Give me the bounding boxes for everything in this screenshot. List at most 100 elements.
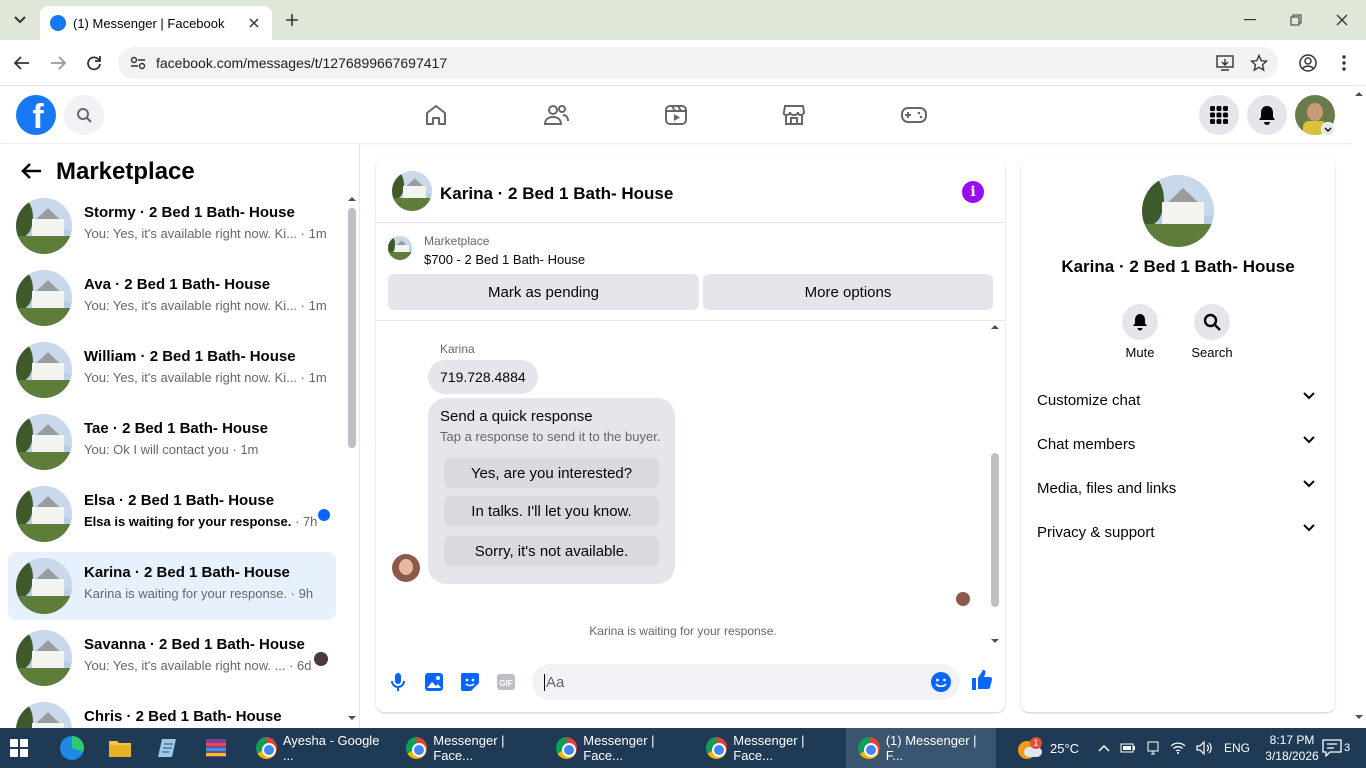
conversation-item[interactable]: Tae · 2 Bed 1 Bath- House You: Ok I will … bbox=[8, 408, 336, 476]
browser-menu-icon[interactable] bbox=[1328, 47, 1360, 79]
chat-scrollbar[interactable] bbox=[991, 453, 999, 607]
clock[interactable]: 8:17 PM 3/18/2026 bbox=[1262, 728, 1322, 768]
privacy-support-section[interactable]: Privacy & support bbox=[1037, 514, 1319, 550]
back-icon[interactable] bbox=[6, 47, 38, 79]
profile-icon[interactable] bbox=[1292, 47, 1324, 79]
gaming-icon[interactable] bbox=[894, 99, 934, 131]
details-listing-photo[interactable] bbox=[1142, 175, 1214, 247]
wifi-icon[interactable] bbox=[1170, 742, 1186, 754]
show-hidden-icons-icon[interactable] bbox=[1098, 744, 1110, 752]
language-indicator[interactable]: ENG bbox=[1224, 741, 1250, 755]
chat-listing-thumbnail[interactable] bbox=[392, 171, 432, 211]
browser-tab[interactable]: (1) Messenger | Facebook bbox=[40, 6, 272, 40]
media-files-links-section[interactable]: Media, files and links bbox=[1037, 470, 1319, 506]
info-icon[interactable]: i bbox=[962, 181, 984, 203]
marketplace-icon[interactable] bbox=[774, 99, 814, 131]
quick-response-option[interactable]: In talks. I'll let you know. bbox=[444, 496, 659, 526]
conversation-list-pane: Marketplace Stormy · 2 Bed 1 Bath- House… bbox=[0, 144, 360, 728]
like-thumb-icon[interactable] bbox=[970, 668, 994, 692]
conversation-item[interactable]: Elsa · 2 Bed 1 Bath- House Elsa is waitin… bbox=[8, 480, 336, 548]
windows-taskbar: Ayesha - Google ... Messenger | Face... … bbox=[0, 728, 1366, 768]
tab-search-icon[interactable] bbox=[4, 4, 36, 36]
chat-title[interactable]: Karina · 2 Bed 1 Bath- House bbox=[440, 184, 673, 204]
start-windows-icon[interactable] bbox=[10, 728, 38, 768]
window-close-icon[interactable] bbox=[1326, 4, 1358, 36]
conversation-item[interactable]: Karina · 2 Bed 1 Bath- House Karina is wa… bbox=[8, 552, 336, 620]
menu-grid-icon[interactable] bbox=[1199, 95, 1239, 135]
conversation-item[interactable]: Ava · 2 Bed 1 Bath- House You: Yes, it's … bbox=[8, 264, 336, 332]
emoji-icon[interactable] bbox=[930, 671, 952, 693]
install-app-icon[interactable] bbox=[1216, 55, 1234, 71]
scroll-down-arrow-icon[interactable] bbox=[347, 715, 357, 721]
conversation-name: Tae · 2 Bed 1 Bath- House bbox=[84, 420, 268, 437]
sender-avatar[interactable] bbox=[392, 554, 420, 582]
forward-icon[interactable] bbox=[42, 47, 74, 79]
bookmark-star-icon[interactable] bbox=[1250, 54, 1268, 72]
marketplace-label: Marketplace bbox=[424, 234, 490, 248]
conversation-thumbnail bbox=[16, 270, 72, 326]
edge-icon[interactable] bbox=[60, 728, 90, 768]
address-bar[interactable]: facebook.com/messages/t/1276899667697417 bbox=[118, 47, 1278, 79]
message-bubble[interactable]: 719.728.4884 bbox=[428, 360, 538, 394]
listing-price[interactable]: $700 - 2 Bed 1 Bath- House bbox=[424, 252, 585, 267]
taskbar-messenger-2[interactable]: Messenger | Face... bbox=[552, 728, 694, 768]
quick-response-option[interactable]: Yes, are you interested? bbox=[444, 458, 659, 488]
message-input[interactable]: Aa bbox=[532, 664, 960, 700]
tab-close-icon[interactable] bbox=[244, 13, 264, 33]
conversation-item[interactable]: William · 2 Bed 1 Bath- House You: Yes, i… bbox=[8, 336, 336, 404]
volume-icon[interactable] bbox=[1196, 741, 1212, 755]
search-conversation-icon[interactable] bbox=[1194, 304, 1230, 340]
new-tab-icon[interactable] bbox=[276, 4, 308, 36]
conversation-item[interactable]: Stormy · 2 Bed 1 Bath- House You: Yes, it… bbox=[8, 192, 336, 260]
notifications-bell-icon[interactable] bbox=[1247, 95, 1287, 135]
scroll-up-arrow-icon[interactable] bbox=[347, 196, 357, 202]
microphone-icon[interactable] bbox=[386, 670, 410, 694]
waiting-status: Karina is waiting for your response. bbox=[589, 624, 777, 638]
site-info-icon[interactable] bbox=[130, 56, 146, 70]
chat-panel: Karina · 2 Bed 1 Bath- House i Marketpla… bbox=[376, 159, 1005, 712]
more-options-button[interactable]: More options bbox=[703, 274, 993, 310]
watch-icon[interactable] bbox=[656, 99, 696, 131]
search-icon[interactable] bbox=[64, 95, 104, 135]
account-chevron-icon[interactable] bbox=[1321, 122, 1335, 136]
taskbar-messenger-3[interactable]: Messenger | Face... bbox=[702, 728, 844, 768]
chat-scroll-down-icon[interactable] bbox=[990, 638, 1000, 644]
conversation-snippet: You: Yes, it's available right now. Ki..… bbox=[84, 370, 327, 385]
meet-now-icon[interactable] bbox=[1146, 741, 1160, 755]
winrar-icon[interactable] bbox=[204, 728, 234, 768]
page-scrollbar[interactable] bbox=[1352, 87, 1366, 728]
friends-icon[interactable] bbox=[536, 99, 576, 131]
notepad-icon[interactable] bbox=[156, 728, 186, 768]
sidebar-scrollbar[interactable] bbox=[348, 208, 356, 448]
facebook-favicon-icon bbox=[50, 15, 66, 31]
listing-thumbnail[interactable] bbox=[388, 236, 412, 260]
photo-icon[interactable] bbox=[422, 670, 446, 694]
conversation-item[interactable]: Savanna · 2 Bed 1 Bath- House You: Yes, i… bbox=[8, 624, 336, 692]
taskbar-chrome-ayesha[interactable]: Ayesha - Google ... bbox=[252, 728, 388, 768]
back-arrow-icon[interactable] bbox=[20, 162, 42, 180]
quick-response-option[interactable]: Sorry, it's not available. bbox=[444, 536, 659, 566]
chat-members-section[interactable]: Chat members bbox=[1037, 426, 1319, 462]
customize-chat-section[interactable]: Customize chat bbox=[1037, 382, 1319, 418]
conversation-time: 7h bbox=[302, 514, 318, 529]
taskbar-messenger-active[interactable]: (1) Messenger | F... bbox=[846, 728, 996, 768]
chrome-icon bbox=[406, 737, 428, 759]
facebook-logo-icon[interactable]: f bbox=[16, 95, 56, 135]
minimize-icon[interactable] bbox=[1234, 4, 1266, 36]
taskbar-messenger-1[interactable]: Messenger | Face... bbox=[402, 728, 544, 768]
sticker-icon[interactable] bbox=[458, 670, 482, 694]
weather-widget[interactable]: 1 25°C bbox=[1018, 728, 1079, 768]
home-icon[interactable] bbox=[416, 99, 456, 131]
mark-as-pending-button[interactable]: Mark as pending bbox=[388, 274, 699, 310]
restore-icon[interactable] bbox=[1280, 4, 1312, 36]
chat-scroll-up-icon[interactable] bbox=[990, 324, 1000, 330]
notification-center-icon[interactable]: 3 bbox=[1322, 728, 1350, 768]
mute-label[interactable]: Mute bbox=[1110, 345, 1170, 360]
conversation-item[interactable]: Chris · 2 Bed 1 Bath- House bbox=[8, 696, 336, 728]
mute-bell-icon[interactable] bbox=[1122, 304, 1158, 340]
gif-icon[interactable]: GIF bbox=[494, 670, 518, 694]
file-explorer-icon[interactable] bbox=[108, 728, 138, 768]
reload-icon[interactable] bbox=[78, 47, 110, 79]
search-label[interactable]: Search bbox=[1182, 345, 1242, 360]
battery-icon[interactable] bbox=[1120, 743, 1136, 753]
